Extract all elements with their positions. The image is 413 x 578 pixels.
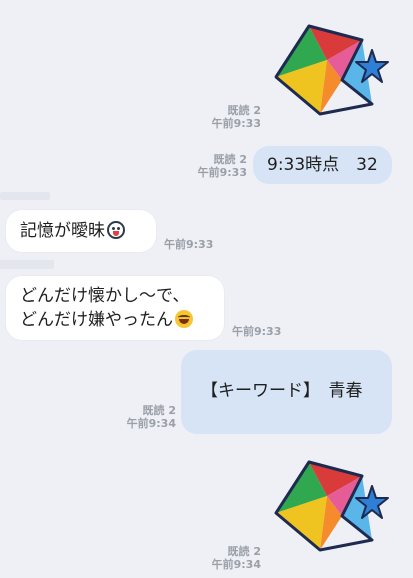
incoming-divider — [0, 260, 54, 269]
laughing-face-icon — [175, 310, 193, 328]
incoming-message-bubble[interactable]: 記憶が曖昧 — [6, 210, 156, 252]
message-text-line: どんだけ嫌やったん — [20, 310, 173, 330]
read-receipt: 既読 2 午前9:33 — [211, 104, 261, 130]
message-text: 9:33時点 32 — [267, 155, 378, 175]
message-text: 記憶が曖昧 — [20, 221, 105, 241]
message-time: 午前9:33 — [164, 238, 214, 251]
incoming-divider — [0, 192, 50, 200]
shocked-face-icon — [107, 221, 125, 239]
star-sticker[interactable] — [272, 458, 392, 554]
read-receipt: 既読 2 午前9:33 — [197, 153, 247, 179]
outgoing-message-bubble[interactable]: 9:33時点 32 — [253, 146, 392, 184]
star-sticker[interactable] — [272, 22, 392, 118]
read-receipt: 既読 2 午前9:34 — [126, 404, 176, 430]
incoming-message-bubble[interactable]: どんだけ懐かし〜で、 どんだけ嫌やったん — [6, 276, 224, 340]
read-receipt: 既読 2 午前9:34 — [211, 545, 261, 571]
colorful-star-icon — [274, 24, 389, 116]
message-text-line: どんだけ懐かし〜で、 — [20, 286, 190, 306]
message-time: 午前9:33 — [232, 325, 282, 338]
outgoing-message-bubble[interactable]: 【キーワード】 青春 — [181, 350, 392, 434]
message-text: 【キーワード】 青春 — [201, 381, 363, 401]
colorful-star-icon — [274, 460, 389, 552]
